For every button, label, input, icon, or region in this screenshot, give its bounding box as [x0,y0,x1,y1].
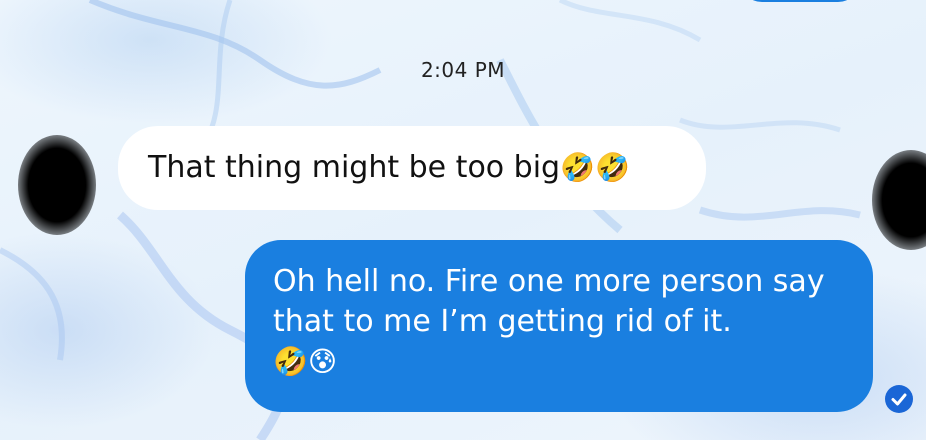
outgoing-message-bubble[interactable]: Oh hell no. Fire one more person say tha… [245,240,873,412]
incoming-message-bubble[interactable]: That thing might be too big🤣🤣 [118,126,706,210]
laughing-and-anxious-emoji-icon: 🤣😰 [273,345,338,378]
laughing-crying-emoji-icon: 🤣🤣 [560,151,630,184]
message-timestamp: 2:04 PM [420,58,506,82]
checkmark-circle-icon [885,385,913,413]
contact-avatar[interactable] [18,135,96,235]
incoming-message-text: That thing might be too big [148,150,561,185]
outgoing-message-text: Oh hell no. Fire one more person say tha… [273,264,825,339]
